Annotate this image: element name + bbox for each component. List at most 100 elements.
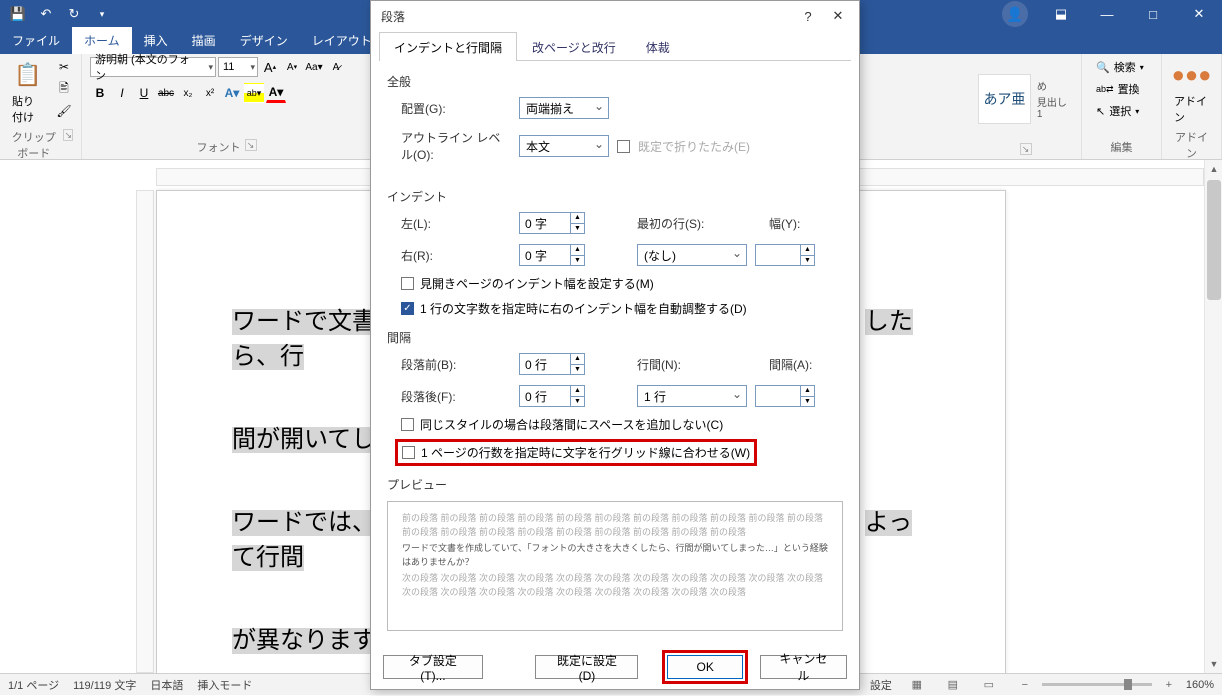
paste-button[interactable]: 📋 貼り付け — [8, 57, 48, 127]
dialog-close-icon[interactable]: ✕ — [823, 2, 853, 30]
save-icon[interactable]: 💾 — [6, 2, 30, 26]
shrink-font-icon[interactable]: A▾ — [282, 57, 302, 77]
status-language[interactable]: 日本語 — [150, 677, 183, 693]
dialog-footer: タブ設定(T)... 既定に設定(D) OK キャンセル — [371, 645, 859, 689]
status-insert-mode[interactable]: 挿入モード — [197, 677, 252, 693]
status-words[interactable]: 119/119 文字 — [73, 677, 136, 693]
ribbon-options-icon[interactable]: ⬓ — [1038, 0, 1084, 28]
vertical-scrollbar[interactable]: ▲ ▼ — [1204, 160, 1222, 673]
find-button[interactable]: 🔍検索▾ — [1090, 57, 1150, 77]
firstline-label: 最初の行(S): — [637, 215, 713, 232]
qat-customize-icon[interactable]: ▾ — [90, 2, 114, 26]
grow-font-icon[interactable]: A▴ — [260, 57, 280, 77]
undo-icon[interactable]: ↶ — [34, 2, 58, 26]
view-print-icon[interactable]: ▤ — [942, 674, 964, 696]
replace-button[interactable]: ab⇄置換 — [1090, 79, 1146, 99]
zoom-slider[interactable] — [1042, 683, 1152, 686]
tab-design[interactable]: デザイン — [228, 27, 300, 54]
mirror-indent-checkbox[interactable] — [401, 277, 414, 290]
at-label: 間隔(A): — [769, 356, 819, 373]
snap-to-grid-highlight: 1 ページの行数を指定時に文字を行グリッド線に合わせる(W) — [395, 439, 757, 466]
after-label: 段落後(F): — [401, 388, 511, 405]
paste-label: 貼り付け — [12, 93, 44, 125]
close-window-icon[interactable]: ✕ — [1176, 0, 1222, 28]
user-avatar[interactable]: 👤 — [1002, 1, 1028, 27]
tab-draw[interactable]: 描画 — [180, 27, 228, 54]
status-track[interactable]: 設定 — [870, 677, 892, 693]
indent-left-spinner[interactable]: 0 字▲▼ — [519, 212, 585, 234]
after-spinner[interactable]: 0 行▲▼ — [519, 385, 585, 407]
clear-format-icon[interactable]: A̷ — [326, 57, 346, 77]
status-page[interactable]: 1/1 ページ — [8, 677, 59, 693]
subscript-button[interactable]: x₂ — [178, 83, 198, 103]
snap-to-grid-checkbox[interactable] — [402, 446, 415, 459]
clipboard-dialog-launcher-icon[interactable]: ↘ — [63, 129, 73, 141]
cancel-button[interactable]: キャンセル — [760, 655, 847, 679]
zoom-in-icon[interactable]: + — [1158, 674, 1180, 696]
font-size-combo[interactable]: 11 — [218, 57, 258, 77]
copy-icon[interactable]: 🖹 — [54, 79, 74, 99]
bold-button[interactable]: B — [90, 83, 110, 103]
italic-button[interactable]: I — [112, 83, 132, 103]
doc-line-2: 間が開いてし — [232, 427, 375, 453]
at-spinner[interactable]: ▲▼ — [755, 385, 815, 407]
paragraph-dialog: 段落 ? ✕ インデントと行間隔 改ページと改行 体裁 全般 配置(G): 両端… — [370, 0, 860, 690]
before-spinner[interactable]: 0 行▲▼ — [519, 353, 585, 375]
vertical-ruler[interactable] — [136, 190, 154, 673]
auto-adjust-checkbox[interactable]: ✓ — [401, 302, 414, 315]
font-dialog-launcher-icon[interactable]: ↘ — [245, 139, 257, 151]
collapse-checkbox — [617, 140, 630, 153]
text-effects-icon[interactable]: A▾ — [222, 83, 242, 103]
cursor-icon: ↖ — [1096, 105, 1105, 118]
ok-button[interactable]: OK — [667, 655, 742, 679]
no-space-same-style-checkbox[interactable] — [401, 418, 414, 431]
doc-line-3: ワードでは、 — [232, 510, 376, 536]
scroll-up-icon[interactable]: ▲ — [1205, 160, 1222, 178]
styles-dialog-launcher-icon[interactable]: ↘ — [1020, 143, 1032, 155]
indent-left-label: 左(L): — [401, 215, 511, 232]
format-painter-icon[interactable]: 🖌 — [54, 101, 74, 121]
minimize-icon[interactable]: — — [1084, 0, 1130, 28]
style-item[interactable]: あア亜 — [978, 74, 1031, 124]
view-read-icon[interactable]: ▦ — [906, 674, 928, 696]
replace-icon: ab⇄ — [1096, 84, 1114, 95]
dialog-help-icon[interactable]: ? — [793, 2, 823, 30]
change-case-icon[interactable]: Aa▾ — [304, 57, 324, 77]
font-name-combo[interactable]: 游明朝 (本文のフォン — [90, 57, 216, 77]
dlg-tab-page[interactable]: 改ページと改行 — [517, 32, 631, 61]
alignment-select[interactable]: 両端揃え — [519, 97, 609, 119]
search-icon: 🔍 — [1096, 61, 1110, 74]
select-button[interactable]: ↖選択▾ — [1090, 101, 1145, 121]
cut-icon[interactable]: ✂ — [54, 57, 74, 77]
strikethrough-button[interactable]: abc — [156, 83, 176, 103]
doc-line-4: が異なります — [232, 628, 376, 654]
maximize-icon[interactable]: □ — [1130, 0, 1176, 28]
dlg-tab-asian[interactable]: 体裁 — [631, 32, 685, 61]
line-spacing-select[interactable]: 1 行 — [637, 385, 747, 407]
tab-file[interactable]: ファイル — [0, 27, 72, 54]
firstline-select[interactable]: (なし) — [637, 244, 747, 266]
zoom-out-icon[interactable]: − — [1014, 674, 1036, 696]
tab-insert[interactable]: 挿入 — [132, 27, 180, 54]
addin-button[interactable]: ●●● アドイン — [1170, 57, 1213, 127]
preview-box: 前の段落 前の段落 前の段落 前の段落 前の段落 前の段落 前の段落 前の段落 … — [387, 501, 843, 631]
addin-icon: ●●● — [1176, 59, 1208, 91]
highlight-icon[interactable]: ab▾ — [244, 83, 264, 103]
redo-icon[interactable]: ↻ — [62, 2, 86, 26]
by-spinner[interactable]: ▲▼ — [755, 244, 815, 266]
superscript-button[interactable]: x² — [200, 83, 220, 103]
tab-home[interactable]: ホーム — [72, 27, 132, 54]
preview-main-text: ワードで文書を作成していて、「フォントの大きさを大きくしたら、行間が開いてしまっ… — [402, 542, 828, 569]
outline-select[interactable]: 本文 — [519, 135, 609, 157]
dlg-tab-indent[interactable]: インデントと行間隔 — [379, 32, 517, 61]
scroll-down-icon[interactable]: ▼ — [1205, 655, 1222, 673]
dialog-titlebar: 段落 ? ✕ — [371, 1, 859, 31]
scroll-thumb[interactable] — [1207, 180, 1221, 300]
indent-right-spinner[interactable]: 0 字▲▼ — [519, 244, 585, 266]
underline-button[interactable]: U — [134, 83, 154, 103]
view-web-icon[interactable]: ▭ — [978, 674, 1000, 696]
font-color-icon[interactable]: A▾ — [266, 83, 286, 103]
set-default-button[interactable]: 既定に設定(D) — [535, 655, 638, 679]
tabs-button[interactable]: タブ設定(T)... — [383, 655, 483, 679]
zoom-level[interactable]: 160% — [1186, 679, 1214, 691]
